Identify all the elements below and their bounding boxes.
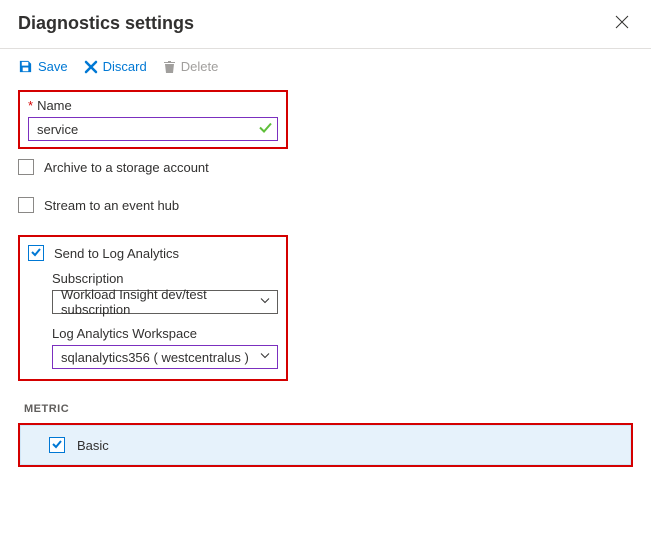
workspace-select[interactable]: sqlanalytics356 ( westcentralus ) bbox=[52, 345, 278, 369]
save-icon bbox=[18, 59, 33, 74]
subscription-label: Subscription bbox=[52, 271, 278, 286]
workspace-value: sqlanalytics356 ( westcentralus ) bbox=[61, 350, 249, 365]
log-analytics-checkbox[interactable] bbox=[28, 245, 44, 261]
delete-icon bbox=[163, 59, 176, 74]
metric-highlight: Basic bbox=[18, 423, 633, 467]
check-icon bbox=[51, 438, 63, 452]
workspace-label: Log Analytics Workspace bbox=[52, 326, 278, 341]
subscription-value: Workload Insight dev/test subscription bbox=[61, 287, 251, 317]
archive-label: Archive to a storage account bbox=[44, 160, 209, 175]
metric-basic-label: Basic bbox=[77, 438, 109, 453]
stream-checkbox[interactable] bbox=[18, 197, 34, 213]
valid-check-icon bbox=[258, 121, 272, 138]
name-highlight: *Name bbox=[18, 90, 288, 149]
delete-label: Delete bbox=[181, 59, 219, 74]
close-icon bbox=[615, 13, 629, 33]
close-button[interactable] bbox=[611, 10, 633, 36]
chevron-down-icon bbox=[259, 295, 271, 310]
check-icon bbox=[30, 246, 42, 260]
log-analytics-label: Send to Log Analytics bbox=[54, 246, 179, 261]
name-input[interactable] bbox=[28, 117, 278, 141]
save-label: Save bbox=[38, 59, 68, 74]
page-title: Diagnostics settings bbox=[18, 13, 194, 34]
chevron-down-icon bbox=[259, 350, 271, 365]
save-button[interactable]: Save bbox=[18, 59, 68, 74]
discard-button[interactable]: Discard bbox=[84, 59, 147, 74]
metric-section-header: METRIC bbox=[18, 399, 633, 421]
metric-basic-checkbox[interactable] bbox=[49, 437, 65, 453]
required-star: * bbox=[28, 98, 33, 113]
stream-label: Stream to an event hub bbox=[44, 198, 179, 213]
subscription-select[interactable]: Workload Insight dev/test subscription bbox=[52, 290, 278, 314]
discard-icon bbox=[84, 60, 98, 74]
archive-checkbox[interactable] bbox=[18, 159, 34, 175]
discard-label: Discard bbox=[103, 59, 147, 74]
delete-button: Delete bbox=[163, 59, 219, 74]
metric-row-basic[interactable]: Basic bbox=[20, 425, 631, 465]
name-label: *Name bbox=[28, 98, 278, 113]
log-analytics-highlight: Send to Log Analytics Subscription Workl… bbox=[18, 235, 288, 381]
